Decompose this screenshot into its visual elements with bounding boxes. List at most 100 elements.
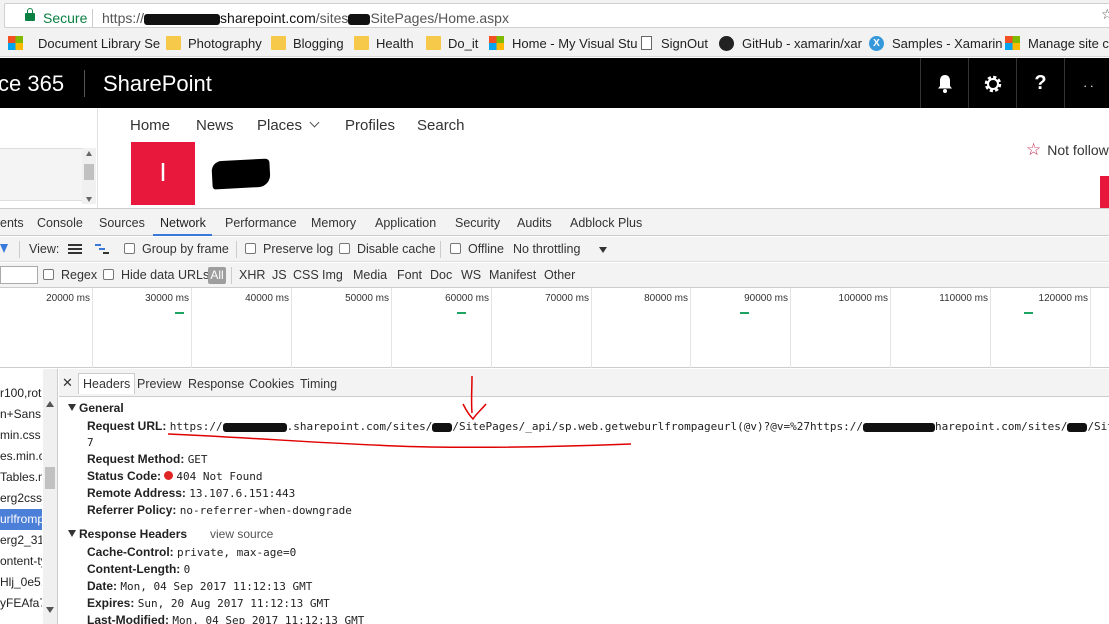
scrollbar[interactable] bbox=[82, 148, 96, 204]
bookmark-item[interactable]: Photography bbox=[188, 36, 262, 51]
tab-elements[interactable]: ents bbox=[0, 216, 24, 230]
office365-title[interactable]: ce 365 bbox=[0, 71, 64, 97]
settings-button[interactable] bbox=[968, 58, 1016, 108]
filter-input[interactable] bbox=[0, 266, 38, 284]
tab-console[interactable]: Console bbox=[37, 216, 83, 230]
header-key: Content-Length: bbox=[87, 562, 181, 576]
type-filter-manifest[interactable]: Manifest bbox=[489, 268, 536, 282]
chevron-down-icon[interactable] bbox=[599, 247, 607, 253]
request-row[interactable]: min.css bbox=[0, 425, 42, 446]
regex-checkbox[interactable] bbox=[43, 269, 54, 280]
tab-security[interactable]: Security bbox=[455, 216, 500, 230]
tab-performance[interactable]: Performance bbox=[225, 216, 297, 230]
tab-application[interactable]: Application bbox=[375, 216, 436, 230]
tab-sources[interactable]: Sources bbox=[99, 216, 145, 230]
grid-line bbox=[790, 288, 791, 368]
tab-preview[interactable]: Preview bbox=[137, 377, 181, 391]
help-button[interactable]: ? bbox=[1016, 58, 1064, 108]
tab-timing[interactable]: Timing bbox=[300, 377, 337, 391]
hide-data-urls-checkbox[interactable] bbox=[103, 269, 114, 280]
tab-cookies[interactable]: Cookies bbox=[249, 377, 294, 391]
filter-icon[interactable] bbox=[0, 244, 8, 253]
notifications-button[interactable] bbox=[920, 58, 968, 108]
bookmark-item[interactable]: Health bbox=[376, 36, 414, 51]
tab-network[interactable]: Network bbox=[160, 216, 206, 230]
more-button[interactable]: . . bbox=[1064, 58, 1109, 108]
bookmark-star-icon[interactable]: ☆ bbox=[1101, 6, 1109, 23]
scroll-up-icon[interactable] bbox=[46, 401, 54, 407]
request-row[interactable]: erg2css_ bbox=[0, 488, 42, 509]
close-icon[interactable]: ✕ bbox=[62, 375, 73, 391]
request-row[interactable]: es.min.cs bbox=[0, 446, 42, 467]
type-filter-doc[interactable]: Doc bbox=[430, 268, 452, 282]
view-source-link[interactable]: view source bbox=[210, 527, 273, 541]
active-tab-indicator bbox=[153, 234, 212, 236]
type-filter-img[interactable]: Img bbox=[322, 268, 343, 282]
scroll-down-icon[interactable] bbox=[86, 197, 92, 202]
tab-memory[interactable]: Memory bbox=[311, 216, 356, 230]
nav-home[interactable]: Home bbox=[130, 117, 170, 134]
bookmark-item[interactable]: Do_it bbox=[448, 36, 478, 51]
request-row[interactable]: n+Sans: bbox=[0, 404, 42, 425]
list-view-icon[interactable] bbox=[68, 244, 82, 254]
bookmark-item[interactable]: GitHub - xamarin/xar bbox=[742, 36, 862, 51]
type-filter-css[interactable]: CSS bbox=[293, 268, 319, 282]
request-row[interactable]: r100,rot bbox=[0, 383, 42, 404]
offline-checkbox[interactable] bbox=[450, 243, 461, 254]
request-url-value[interactable]: https:// .sharepoint.com/sites/ /SitePages… bbox=[170, 420, 1109, 433]
github-icon bbox=[719, 36, 734, 51]
bookmark-item[interactable]: Blogging bbox=[293, 36, 344, 51]
bookmark-item[interactable]: Samples - Xamarin bbox=[892, 36, 1003, 51]
request-url-row: Request URL: https:// .sharepoint.com/sit… bbox=[87, 419, 1109, 433]
request-row[interactable]: yFEAfa7 bbox=[0, 593, 42, 614]
url-text[interactable]: https:// sharepoint.com/sites SitePages/Ho… bbox=[102, 10, 509, 26]
tab-adblock-plus[interactable]: Adblock Plus bbox=[570, 216, 642, 230]
nav-places[interactable]: Places bbox=[257, 117, 320, 134]
scroll-thumb[interactable] bbox=[84, 164, 94, 180]
request-row-selected[interactable]: urlfromp bbox=[0, 509, 42, 530]
type-filter-font[interactable]: Font bbox=[397, 268, 422, 282]
type-filter-all[interactable]: All bbox=[208, 267, 226, 284]
timeline-tick: 120000 ms bbox=[1038, 293, 1088, 304]
type-filter-xhr[interactable]: XHR bbox=[239, 268, 265, 282]
waterfall-view-icon[interactable] bbox=[95, 244, 109, 254]
app-name[interactable]: SharePoint bbox=[103, 71, 212, 97]
site-logo[interactable]: I bbox=[131, 142, 195, 205]
nav-news[interactable]: News bbox=[196, 117, 234, 134]
type-filter-ws[interactable]: WS bbox=[461, 268, 481, 282]
bookmark-item[interactable]: Manage site co bbox=[1028, 36, 1109, 51]
follow-button[interactable]: ☆ Not follow bbox=[1026, 140, 1109, 160]
scroll-thumb[interactable] bbox=[45, 467, 55, 489]
disable-cache-checkbox[interactable] bbox=[339, 243, 350, 254]
scrollbar[interactable] bbox=[43, 369, 57, 624]
tab-response[interactable]: Response bbox=[188, 377, 244, 391]
type-filter-js[interactable]: JS bbox=[272, 268, 287, 282]
bookmark-item[interactable]: Home - My Visual Stu bbox=[512, 36, 637, 51]
preserve-log-checkbox[interactable] bbox=[245, 243, 256, 254]
response-headers-section-header[interactable]: Response Headers bbox=[68, 527, 187, 541]
network-timeline[interactable]: 20000 ms 30000 ms 40000 ms 50000 ms 6000… bbox=[0, 288, 1109, 368]
nav-profiles[interactable]: Profiles bbox=[345, 117, 395, 134]
request-row[interactable]: Hlj_0e5. bbox=[0, 572, 42, 593]
general-section-header[interactable]: General bbox=[68, 401, 124, 415]
divider bbox=[440, 241, 441, 258]
omnibox[interactable]: Secure https:// sharepoint.com/sites SiteP… bbox=[4, 3, 1109, 28]
type-filter-media[interactable]: Media bbox=[353, 268, 387, 282]
group-by-frame-checkbox[interactable] bbox=[124, 243, 135, 254]
url-part: .sharepoint.com/sites/ bbox=[286, 420, 433, 433]
request-row[interactable]: Tables.m bbox=[0, 467, 42, 488]
tab-headers[interactable]: Headers bbox=[78, 373, 136, 394]
bookmark-item[interactable]: Document Library Se bbox=[38, 36, 160, 51]
request-row[interactable]: erg2_31. bbox=[0, 530, 42, 551]
tab-audits[interactable]: Audits bbox=[517, 216, 552, 230]
bookmarks-bar: Document Library Se Photography Blogging… bbox=[0, 31, 1109, 57]
response-headers-title: Response Headers bbox=[79, 527, 188, 541]
scroll-down-icon[interactable] bbox=[46, 607, 54, 613]
divider bbox=[19, 241, 20, 258]
scroll-up-icon[interactable] bbox=[86, 151, 92, 156]
bookmark-item[interactable]: SignOut bbox=[661, 36, 708, 51]
nav-search[interactable]: Search bbox=[417, 117, 465, 134]
type-filter-other[interactable]: Other bbox=[544, 268, 575, 282]
request-row[interactable]: ontent-typ bbox=[0, 551, 42, 572]
throttling-select[interactable]: No throttling bbox=[513, 242, 580, 256]
